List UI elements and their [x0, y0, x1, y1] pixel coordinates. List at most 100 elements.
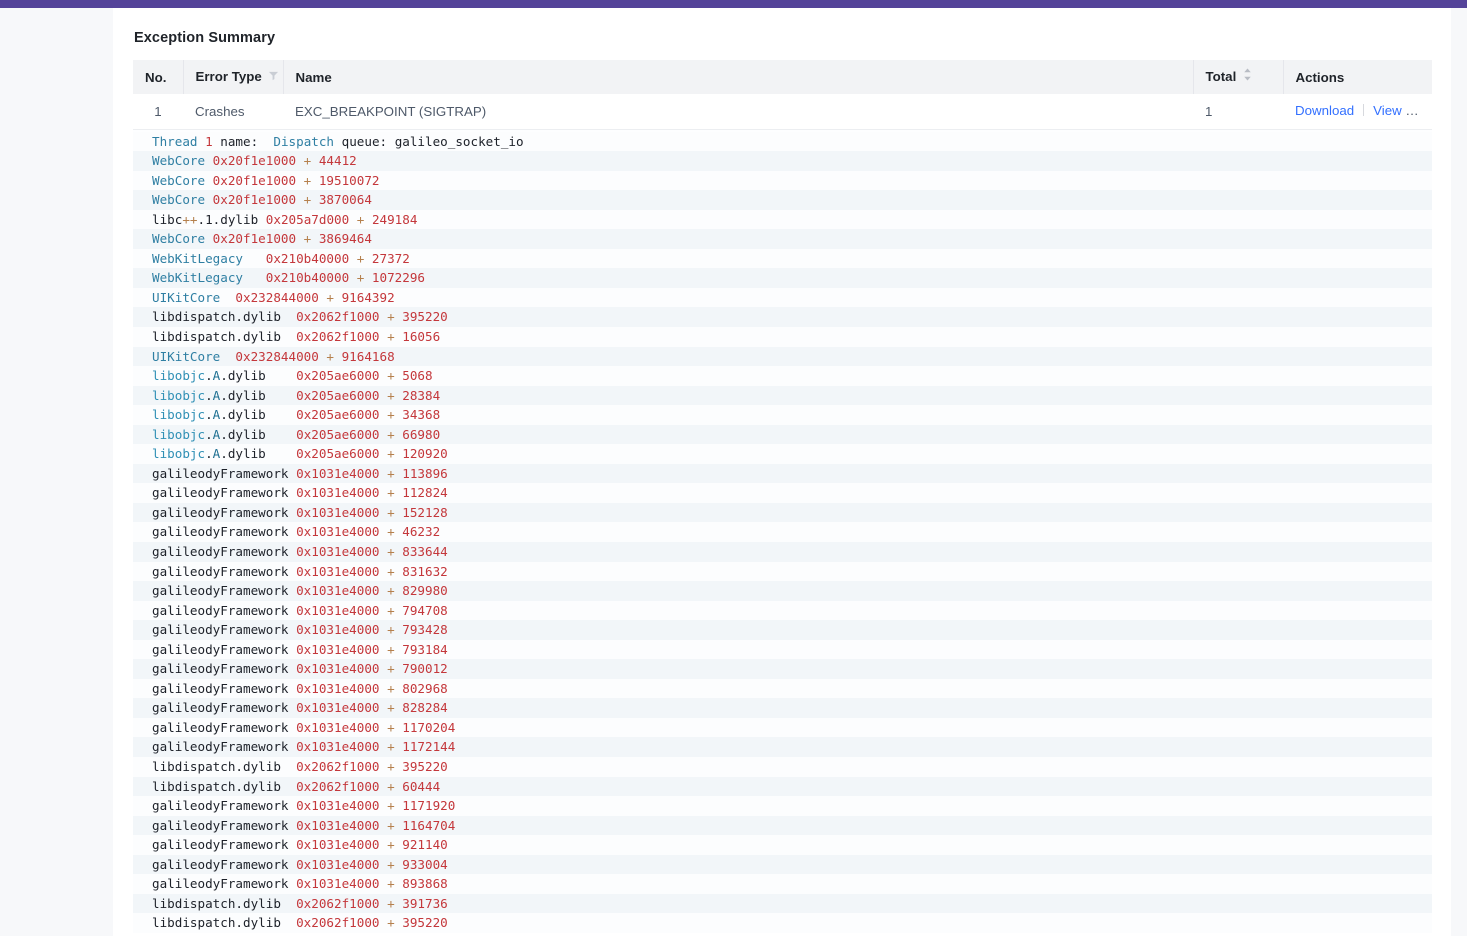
download-link[interactable]: Download: [1295, 103, 1354, 118]
log-token: 0x1031e4000: [296, 700, 380, 716]
log-token: 0x1031e4000: [296, 856, 380, 872]
log-token: 833644: [402, 543, 448, 559]
crash-log-viewer[interactable]: Thread 1 name: Dispatch queue: galileo_s…: [133, 129, 1432, 933]
action-separator: [1363, 104, 1365, 117]
log-token: +: [379, 368, 403, 384]
log-token: 1171920: [402, 798, 456, 814]
log-line: galileodyFramework 0x1031e4000 + 790012: [133, 659, 1432, 679]
log-token: galileodyFramework: [152, 739, 289, 755]
log-token: 0x1031e4000: [296, 465, 380, 481]
log-token: libc: [152, 211, 183, 227]
log-token: [288, 798, 296, 813]
log-token: [288, 583, 296, 598]
log-token: 3870064: [318, 192, 372, 208]
log-line: galileodyFramework 0x1031e4000 + 1171920: [133, 796, 1432, 816]
log-token: [288, 544, 296, 559]
column-label-error-type: Error Type: [195, 69, 262, 84]
log-token: galileodyFramework: [152, 543, 289, 559]
log-token: libobjc: [152, 368, 206, 384]
log-token: WebKitLegacy: [152, 250, 243, 266]
log-token: [258, 212, 266, 227]
log-token: 0x1031e4000: [296, 524, 380, 540]
log-line: galileodyFramework 0x1031e4000 + 1164704: [133, 815, 1432, 836]
column-header-total[interactable]: Total: [1193, 60, 1284, 94]
table-row: 1 Crashes EXC_BREAKPOINT (SIGTRAP) 1 Dow…: [133, 94, 1432, 130]
log-token: +: [379, 759, 403, 774]
log-line: galileodyFramework 0x1031e4000 + 1170204: [133, 717, 1432, 738]
log-token: UIKitCore: [152, 289, 221, 305]
log-token: queue: galileo_socket_io: [334, 133, 524, 149]
log-token: 0x1031e4000: [296, 563, 380, 579]
log-token: [288, 603, 296, 618]
log-token: [220, 290, 235, 305]
log-token: 27372: [371, 250, 410, 266]
view-details-link[interactable]: View Details: [1373, 103, 1432, 118]
log-token: [266, 407, 296, 422]
log-token: 0x210b40000: [265, 270, 350, 286]
page-title: Exception Summary: [134, 30, 276, 46]
log-token: 0x232844000: [235, 289, 319, 305]
log-token: [288, 876, 296, 891]
log-token: 0x20f1e1000: [212, 172, 297, 188]
exception-summary-table: No. Error Type Name Total Actions 1 Cras…: [133, 60, 1432, 130]
column-header-no: No.: [133, 60, 184, 94]
log-token: Dispatch: [273, 133, 335, 149]
log-token: 793428: [402, 622, 448, 638]
log-token: 0x2062f1000: [296, 328, 380, 344]
log-line: libobjc.A.dylib 0x205ae6000 + 28384: [133, 385, 1432, 406]
log-line: galileodyFramework 0x1031e4000 + 793184: [133, 639, 1432, 660]
log-token: +: [318, 289, 342, 305]
log-line: libdispatch.dylib 0x2062f1000 + 391736: [133, 893, 1432, 914]
log-token: 0x1031e4000: [296, 798, 380, 814]
log-token: libdispatch.dylib: [152, 895, 281, 911]
sort-icon[interactable]: [1243, 68, 1252, 84]
log-token: [205, 192, 213, 207]
log-token: 1072296: [371, 270, 425, 286]
log-token: 112824: [402, 485, 448, 501]
log-token: +: [379, 309, 403, 325]
log-token: 60444: [402, 778, 441, 794]
log-token: .dylib: [220, 446, 266, 462]
log-token: 0x1031e4000: [296, 583, 380, 599]
log-token: 5068: [402, 368, 433, 384]
log-token: +: [379, 426, 403, 442]
log-token: +: [379, 504, 403, 520]
log-token: +: [379, 407, 403, 423]
log-token: [288, 485, 296, 500]
log-token: 152128: [402, 504, 448, 520]
log-token: galileodyFramework: [152, 602, 289, 618]
log-token: galileodyFramework: [152, 485, 289, 501]
log-line: UIKitCore 0x232844000 + 9164168: [133, 346, 1432, 367]
log-token: +: [379, 563, 403, 579]
log-line: galileodyFramework 0x1031e4000 + 802968: [133, 678, 1432, 699]
top-app-bar: [0, 0, 1467, 8]
log-token: [266, 388, 296, 403]
table-header: No. Error Type Name Total Actions: [133, 60, 1432, 94]
log-token: +: [379, 602, 403, 618]
log-line: galileodyFramework 0x1031e4000 + 828284: [133, 698, 1432, 718]
log-token: galileodyFramework: [152, 563, 289, 579]
log-line: galileodyFramework 0x1031e4000 + 112824: [133, 483, 1432, 503]
filter-icon[interactable]: [268, 69, 279, 84]
exception-summary-card: Exception Summary No. Error Type Name To…: [113, 8, 1451, 936]
log-token: 0x20f1e1000: [212, 231, 297, 247]
log-token: +: [379, 661, 403, 677]
log-token: 790012: [402, 661, 448, 677]
log-token: [281, 759, 296, 774]
log-token: [243, 251, 266, 266]
log-token: 0x1031e4000: [296, 876, 380, 892]
log-token: .dylib: [220, 426, 266, 442]
log-token: 0x1031e4000: [296, 543, 380, 559]
log-token: 391736: [402, 895, 448, 911]
column-header-error-type[interactable]: Error Type: [183, 60, 284, 94]
log-token: libobjc: [152, 426, 206, 442]
log-token: galileodyFramework: [152, 680, 289, 696]
log-token: +: [296, 231, 319, 247]
log-token: 0x1031e4000: [296, 680, 380, 696]
log-token: +: [379, 387, 403, 403]
log-token: [281, 329, 296, 344]
log-line: libdispatch.dylib 0x2062f1000 + 395220: [133, 757, 1432, 777]
log-token: galileodyFramework: [152, 583, 289, 599]
log-token: 0x20f1e1000: [212, 153, 297, 169]
log-token: [281, 915, 296, 930]
